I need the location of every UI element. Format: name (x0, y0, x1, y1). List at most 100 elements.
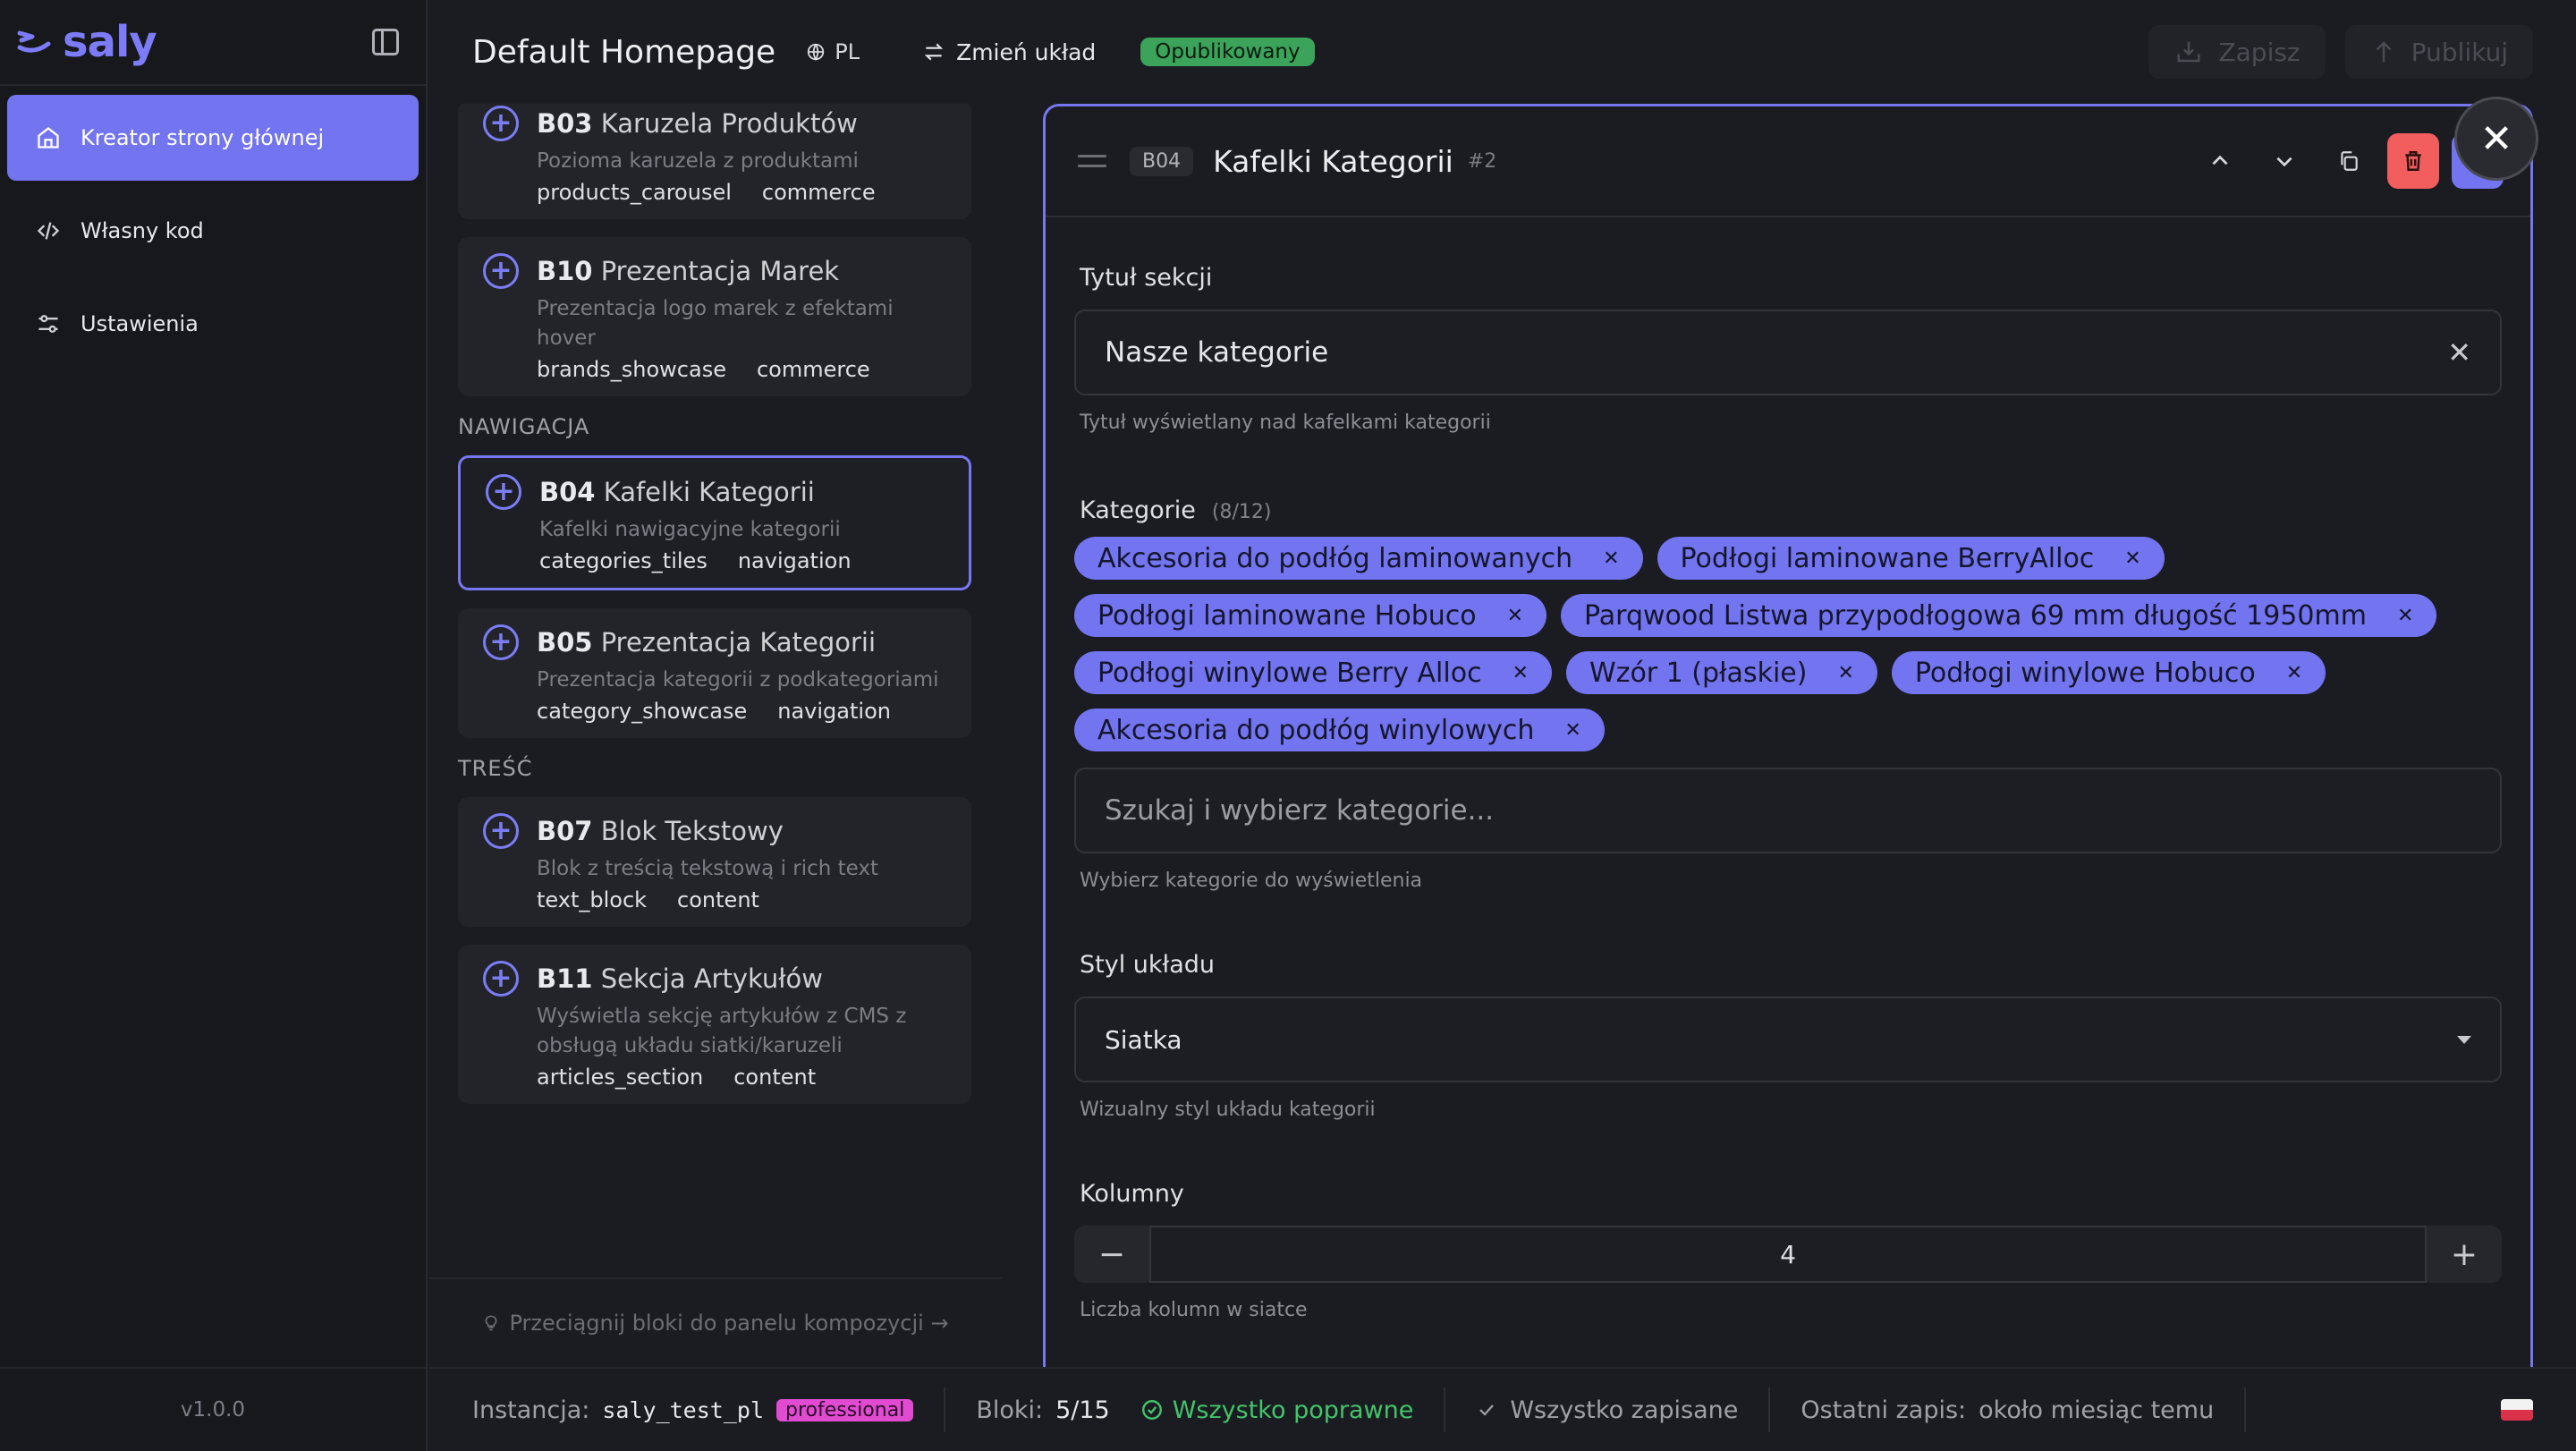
caret-down-icon (2457, 1035, 2471, 1044)
globe-icon (808, 43, 825, 62)
move-up-button[interactable] (2194, 133, 2246, 189)
add-block-icon[interactable]: + (486, 474, 521, 510)
status-badge: Opublikowany (1140, 38, 1315, 66)
category-chip[interactable]: Parqwood Listwa przypodłogowa 69 mm dług… (1561, 594, 2437, 637)
poland-flag-icon[interactable] (2501, 1399, 2533, 1421)
group-label-navigation: NAWIGACJA (458, 414, 590, 439)
editor-title: Kafelki Kategorii (1213, 143, 1453, 179)
last-save: Ostatni zapis: około miesiąc temu (1801, 1396, 2214, 1424)
remove-chip-icon[interactable]: ✕ (1513, 662, 1529, 684)
instance-label: Instancja: (472, 1396, 590, 1424)
category-chip[interactable]: Akcesoria do podłóg winylowych ✕ (1074, 709, 1605, 751)
remove-chip-icon[interactable]: ✕ (1507, 605, 1523, 627)
block-description: Prezentacja logo marek z efektami hover (537, 297, 894, 350)
category-chip[interactable]: Podłogi winylowe Berry Alloc ✕ (1074, 651, 1553, 694)
publish-button[interactable]: Publikuj (2344, 25, 2533, 79)
block-name: B07 Blok Tekstowy (537, 816, 784, 846)
duplicate-button[interactable] (2323, 133, 2375, 189)
block-description: Wyświetla sekcję artykułów z CMS z obsłu… (537, 1005, 907, 1057)
validation-status: Wszystko poprawne (1140, 1396, 1413, 1424)
chevron-up-icon (2212, 155, 2228, 165)
category-chip[interactable]: Wzór 1 (płaskie) ✕ (1566, 651, 1877, 694)
layout-style-select[interactable]: Siatka (1074, 997, 2502, 1082)
block-name: B10 Prezentacja Marek (537, 256, 840, 286)
top-bar: Default Homepage PL Zmień układ Opubliko… (429, 0, 2576, 104)
add-block-icon[interactable]: + (483, 106, 519, 141)
block-card[interactable]: + B11 Sekcja Artykułów Wyświetla sekcję … (458, 945, 971, 1104)
category-chip[interactable]: Podłogi winylowe Hobuco ✕ (1891, 651, 2326, 694)
block-card[interactable]: + B07 Blok Tekstowy Blok z treścią tekst… (458, 797, 971, 927)
blocks-count: Bloki: 5/15 Wszystko poprawne (976, 1396, 1413, 1424)
close-icon: ✕ (2479, 115, 2513, 162)
category-chip[interactable]: Podłogi laminowane BerryAlloc ✕ (1657, 537, 2165, 580)
block-card[interactable]: + B05 Prezentacja Kategorii Prezentacja … (458, 608, 971, 738)
add-block-icon[interactable]: + (483, 624, 519, 660)
block-tags: category_showcase navigation (537, 699, 946, 724)
category-search-input[interactable]: Szukaj i wybierz kategorie... (1074, 768, 2502, 853)
remove-chip-icon[interactable]: ✕ (1564, 719, 1580, 742)
block-card[interactable]: + B10 Prezentacja Marek Prezentacja logo… (458, 237, 971, 396)
divider (944, 1387, 946, 1432)
save-button[interactable]: Zapisz (2148, 25, 2326, 79)
save-status-text: Wszystko zapisane (1510, 1396, 1739, 1424)
remove-chip-icon[interactable]: ✕ (2397, 605, 2413, 627)
save-icon (2177, 41, 2200, 63)
block-tags: articles_section content (537, 1065, 946, 1090)
instance-name: saly_test_pl (602, 1396, 764, 1423)
move-down-button[interactable] (2258, 133, 2310, 189)
sidebar-item-settings[interactable]: Ustawienia (7, 281, 419, 367)
remove-chip-icon[interactable]: ✕ (1837, 662, 1853, 684)
sidebar-item-homepage-builder[interactable]: Kreator strony głównej (7, 95, 419, 181)
remove-chip-icon[interactable]: ✕ (2286, 662, 2302, 684)
clear-icon[interactable]: ✕ (2447, 335, 2471, 369)
remove-chip-icon[interactable]: ✕ (2124, 547, 2140, 570)
blocks-label: Bloki: (976, 1396, 1044, 1424)
increment-button[interactable]: + (2427, 1226, 2502, 1283)
language-selector[interactable]: PL (806, 39, 860, 64)
drag-handle-icon[interactable] (1078, 155, 1106, 167)
close-editor-button[interactable]: ✕ (2454, 97, 2538, 181)
remove-chip-icon[interactable]: ✕ (1603, 547, 1619, 570)
category-chip[interactable]: Podłogi laminowane Hobuco ✕ (1074, 594, 1547, 637)
add-block-icon[interactable]: + (483, 813, 519, 849)
blocks-value: 5/15 (1055, 1396, 1110, 1424)
block-card-selected[interactable]: + B04 Kafelki Kategorii Kafelki nawigacy… (458, 455, 971, 590)
field-label: Kolumny (1080, 1180, 1184, 1208)
minus-icon: − (1097, 1235, 1126, 1273)
delete-button[interactable] (2387, 133, 2439, 189)
logo[interactable]: saly (16, 17, 157, 67)
block-tag: content (733, 1065, 817, 1090)
columns-value[interactable]: 4 (1149, 1226, 2427, 1283)
sidebar-item-custom-code[interactable]: Własny kod (7, 188, 419, 274)
section-title-input[interactable]: Nasze kategorie ✕ (1074, 310, 2502, 395)
copy-icon (2341, 151, 2358, 171)
add-block-icon[interactable]: + (483, 961, 519, 997)
block-tag: categories_tiles (539, 548, 708, 573)
language-code: PL (835, 39, 860, 64)
change-layout-button[interactable]: Zmień układ (922, 39, 1096, 65)
instance-info: Instancja: saly_test_pl professional (472, 1396, 914, 1424)
lightbulb-icon (485, 1315, 497, 1331)
block-card[interactable]: + B03 Karuzela Produktów Pozioma karuzel… (458, 104, 971, 219)
block-description: Prezentacja kategorii z podkategoriami (537, 668, 939, 692)
block-description: Pozioma karuzela z produktami (537, 149, 859, 173)
logo-text: saly (63, 17, 157, 67)
field-label: Kategorie (8/12) (1080, 496, 1272, 524)
category-chip[interactable]: Akcesoria do podłóg laminowanych ✕ (1074, 537, 1643, 580)
block-tag: category_showcase (537, 699, 748, 724)
save-label: Zapisz (2218, 37, 2301, 67)
sidebar: saly Kreator strony głównej Własny kod U… (0, 0, 428, 1451)
divider (1768, 1387, 1771, 1432)
chevron-down-icon (2276, 157, 2292, 167)
columns-field: Kolumny − 4 + Liczba kolumn w siatce (1046, 1180, 2530, 1321)
page-title: Default Homepage (472, 33, 776, 71)
sidebar-collapse-icon[interactable] (372, 29, 399, 55)
add-block-icon[interactable]: + (483, 253, 519, 289)
decrement-button[interactable]: − (1074, 1226, 1149, 1283)
block-name: B05 Prezentacja Kategorii (537, 627, 877, 658)
block-name: B04 Kafelki Kategorii (539, 477, 815, 507)
block-tags: categories_tiles navigation (539, 548, 944, 573)
block-tag: navigation (737, 548, 852, 573)
top-actions: Zapisz Publikuj (2148, 25, 2533, 79)
category-search-placeholder: Szukaj i wybierz kategorie... (1105, 794, 1495, 827)
